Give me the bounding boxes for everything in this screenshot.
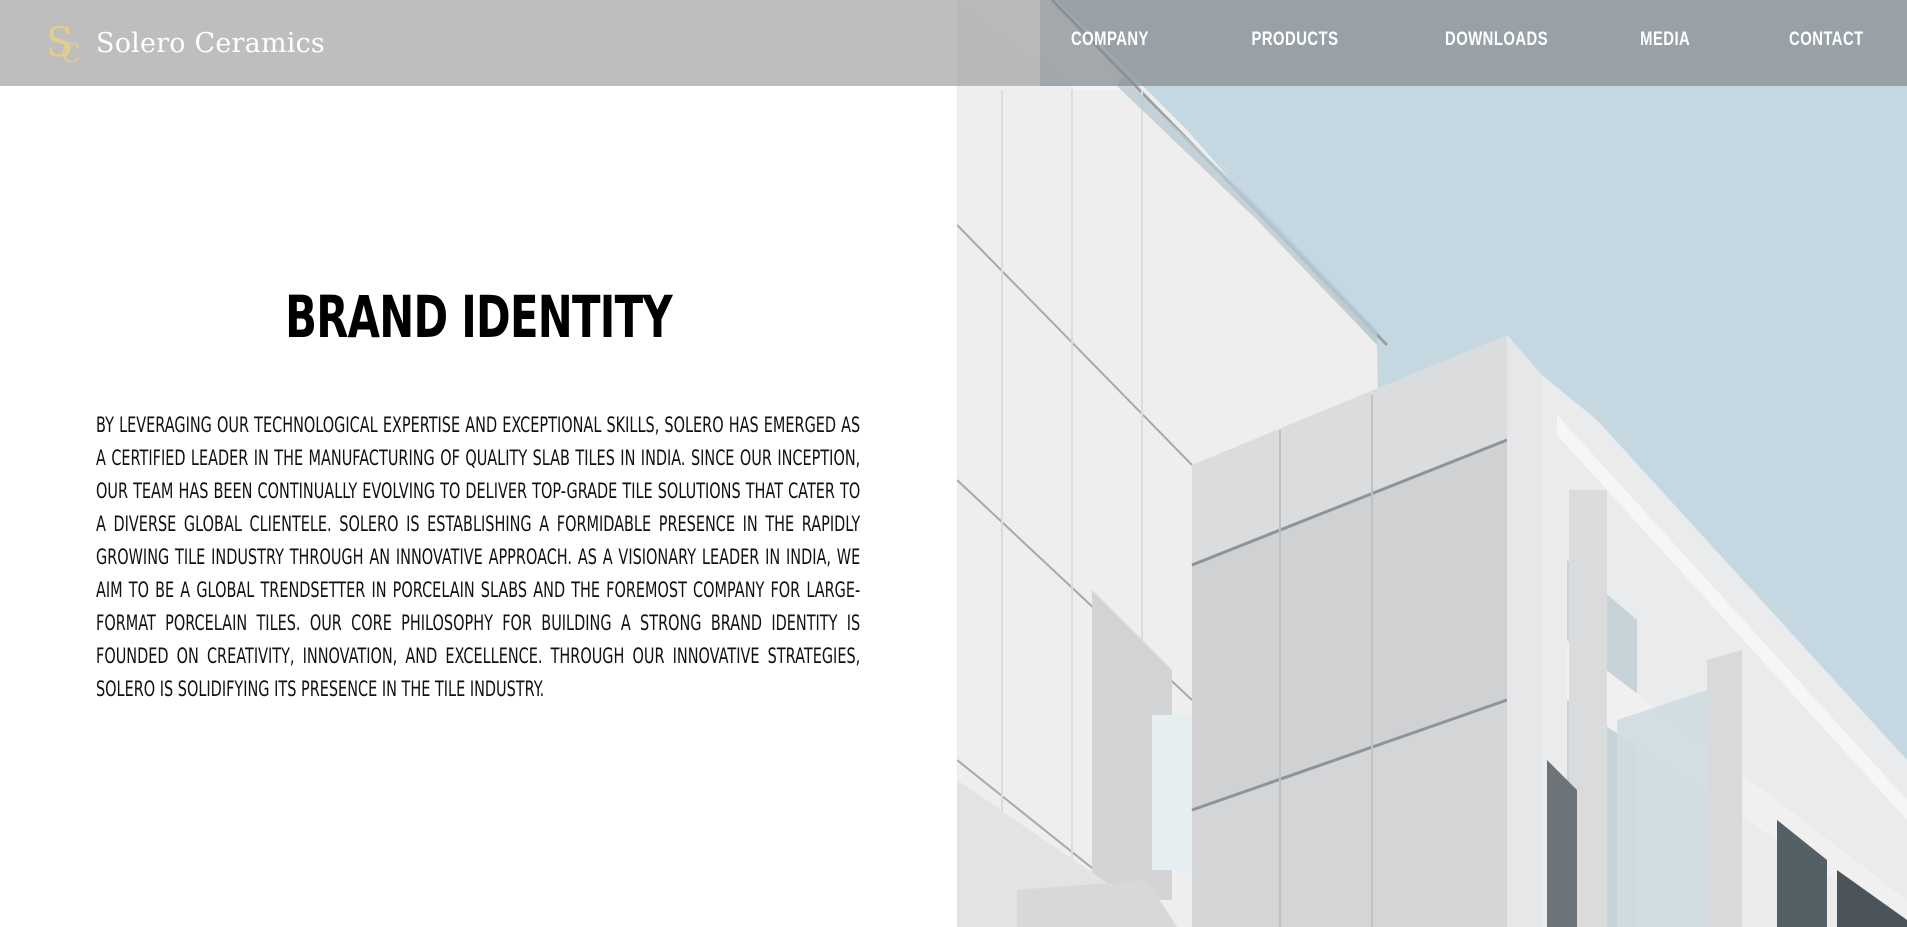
svg-text:C: C xyxy=(61,39,81,66)
hero-building-image xyxy=(957,0,1907,927)
nav-item-products[interactable]: PRODUCTS xyxy=(1251,29,1338,51)
brand-name: Solero Ceramics xyxy=(96,27,325,59)
main-menu: COMPANY PRODUCTS DOWNLOADS MEDIA CONTACT xyxy=(1049,29,1864,51)
nav-item-company[interactable]: COMPANY xyxy=(1071,29,1149,51)
nav-item-downloads[interactable]: DOWNLOADS xyxy=(1445,29,1548,51)
brand-identity-paragraph: By leveraging our technological expertis… xyxy=(96,413,861,701)
top-nav-bar: S C Solero Ceramics COMPANY PRODUCTS DOW… xyxy=(0,0,1907,86)
nav-item-contact[interactable]: CONTACT xyxy=(1789,29,1864,51)
brand-logo[interactable]: S C Solero Ceramics xyxy=(44,18,325,66)
logo-mark-icon: S C xyxy=(46,20,81,66)
page-title: BRAND IDENTITY xyxy=(285,283,673,351)
nav-item-media[interactable]: MEDIA xyxy=(1640,29,1690,51)
page: S C Solero Ceramics COMPANY PRODUCTS DOW… xyxy=(0,0,1907,927)
